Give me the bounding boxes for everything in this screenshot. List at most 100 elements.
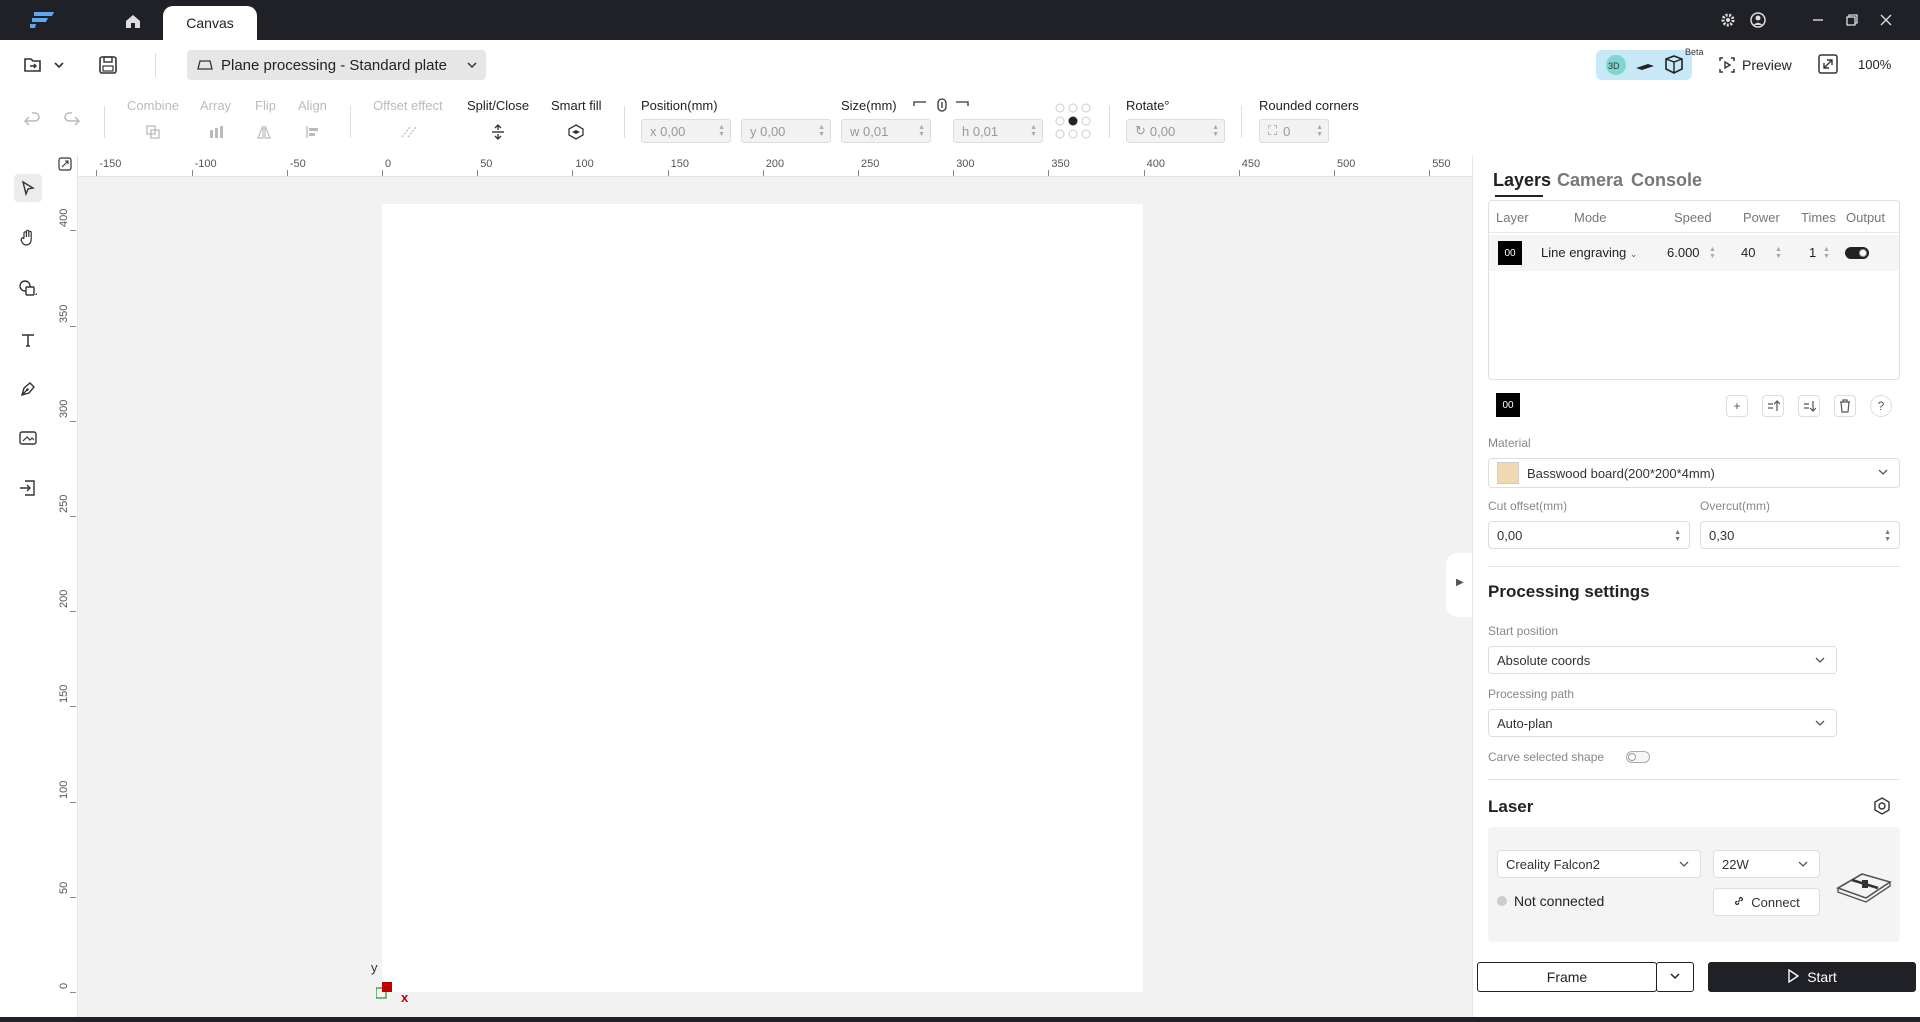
frame-options-button[interactable] [1656, 962, 1694, 992]
layer-speed-value[interactable]: 6.000 [1667, 245, 1700, 260]
offset-effect-label: Offset effect [373, 98, 443, 113]
spinner-icon[interactable]: ▲ ▼ [818, 124, 825, 138]
hand-tool-icon[interactable] [14, 224, 42, 252]
split-close-icon[interactable] [488, 122, 508, 142]
spinner-icon[interactable]: ▲ ▼ [718, 124, 725, 138]
text-tool-icon[interactable] [14, 326, 42, 354]
undo-icon[interactable] [22, 110, 42, 130]
array-icon[interactable] [206, 122, 226, 142]
lock-ratio-icon[interactable] [912, 98, 972, 112]
start-position-select[interactable]: Absolute coords [1488, 646, 1837, 674]
spinner-icon[interactable]: ▲ ▼ [1212, 124, 1219, 138]
spinner-icon[interactable]: ▲ ▼ [1884, 529, 1891, 543]
rotate-input[interactable]: ↻ 0,00 ▲ ▼ [1126, 119, 1225, 143]
save-icon[interactable] [97, 54, 119, 76]
import-tool-icon[interactable] [14, 474, 42, 502]
ruler-tick-label: 50 [58, 881, 70, 894]
redo-icon[interactable] [62, 110, 82, 130]
spinner-icon[interactable]: ▲ ▼ [1674, 529, 1681, 543]
move-layer-up-icon[interactable] [1762, 395, 1784, 417]
flip-icon[interactable] [254, 122, 274, 142]
position-y-input[interactable]: y 0,00 ▲ ▼ [741, 119, 831, 143]
divider [104, 106, 105, 138]
open-file-icon[interactable] [22, 54, 44, 76]
minimize-icon[interactable] [1808, 10, 1828, 30]
layer-power-value[interactable]: 40 [1741, 245, 1755, 260]
plane-select[interactable]: Plane processing - Standard plate [187, 50, 486, 80]
chevron-down-icon[interactable] [52, 58, 66, 72]
size-h-input[interactable]: h 0,01 ▲ ▼ [953, 119, 1043, 143]
spinner-icon[interactable]: ▲ ▼ [1709, 246, 1716, 260]
origin-marker [375, 982, 394, 1000]
zoom-level[interactable]: 100% [1858, 57, 1891, 72]
laser-power-value: 22W [1722, 856, 1749, 872]
start-button[interactable]: Start [1708, 962, 1916, 992]
restore-icon[interactable] [1842, 10, 1862, 30]
ruler-tick-label: 300 [956, 158, 975, 170]
ruler-tick-label: 300 [58, 399, 70, 418]
layer-color-chip[interactable]: 00 [1496, 393, 1520, 417]
array-label: Array [200, 98, 232, 113]
chevron-down-icon [1678, 858, 1690, 873]
gear-icon[interactable] [1718, 10, 1738, 30]
work-plate[interactable] [382, 204, 1143, 992]
fit-screen-icon[interactable] [1817, 53, 1839, 75]
tab-layers[interactable]: Layers [1493, 170, 1551, 191]
connect-button[interactable]: Connect [1713, 888, 1820, 916]
machine-select[interactable]: Creality Falcon2 [1497, 850, 1701, 878]
spinner-icon[interactable]: ▲ ▼ [1316, 124, 1323, 138]
help-icon[interactable]: ? [1870, 395, 1892, 417]
layer-times-value[interactable]: 1 [1809, 245, 1816, 260]
tab-camera[interactable]: Camera [1557, 170, 1623, 191]
laser-power-select[interactable]: 22W [1713, 850, 1820, 878]
spinner-icon[interactable]: ▲ ▼ [1775, 246, 1782, 260]
position-x-input[interactable]: x 0,00 ▲ ▼ [641, 119, 731, 143]
delete-layer-icon[interactable] [1834, 395, 1856, 417]
cut-offset-input[interactable]: 0,00 ▲ ▼ [1488, 521, 1690, 549]
tab-console[interactable]: Console [1631, 170, 1702, 191]
overcut-input[interactable]: 0,30 ▲ ▼ [1700, 521, 1900, 549]
shape-tool-icon[interactable] [14, 274, 42, 302]
material-value: Basswood board(200*200*4mm) [1527, 465, 1715, 481]
close-icon[interactable] [1876, 10, 1896, 30]
link-icon [1733, 895, 1745, 910]
laser-settings-icon[interactable] [1872, 796, 1892, 816]
spinner-icon[interactable]: ▲ ▼ [1823, 246, 1830, 260]
home-icon[interactable] [112, 8, 154, 34]
ruler-tick [1048, 170, 1050, 176]
size-w-input[interactable]: w 0,01 ▲ ▼ [841, 119, 931, 143]
carve-selected-shape-toggle[interactable] [1626, 751, 1650, 763]
spinner-icon[interactable]: ▲ ▼ [1030, 124, 1037, 138]
offset-effect-icon[interactable] [400, 122, 420, 142]
layer-color-chip[interactable]: 00 [1498, 241, 1522, 265]
layer-output-toggle[interactable] [1845, 247, 1869, 259]
align-icon[interactable] [303, 122, 323, 142]
material-select[interactable]: Basswood board(200*200*4mm) [1488, 458, 1900, 488]
layer-mode-value[interactable]: Line engraving ⌄ [1541, 245, 1637, 260]
smart-fill-icon[interactable] [566, 122, 586, 142]
pen-tool-icon[interactable] [14, 375, 42, 403]
spinner-icon[interactable]: ▲ ▼ [918, 124, 925, 138]
device-mode-badges[interactable]: 3D [1596, 50, 1692, 80]
preview-button[interactable]: Preview [1718, 52, 1792, 78]
chevron-down-icon [1877, 466, 1889, 481]
ruler-corner-icon[interactable] [58, 157, 72, 171]
divider [1241, 106, 1242, 138]
ruler-tick-label: -50 [289, 158, 306, 170]
rounded-corners-input[interactable]: ⛶ 0 ▲ ▼ [1259, 119, 1329, 143]
frame-button[interactable]: Frame [1477, 962, 1657, 992]
collapse-panel-handle[interactable]: ▶ [1446, 553, 1472, 617]
ruler-tick [1429, 170, 1431, 176]
combine-icon[interactable] [143, 122, 163, 142]
tab-canvas[interactable]: Canvas [163, 6, 257, 40]
add-layer-icon[interactable]: + [1726, 395, 1748, 417]
anchor-point-grid[interactable] [1054, 102, 1092, 140]
processing-path-select[interactable]: Auto-plan [1488, 709, 1837, 737]
account-icon[interactable] [1748, 10, 1768, 30]
move-layer-down-icon[interactable] [1798, 395, 1820, 417]
ruler-tick-label: 250 [58, 494, 70, 513]
carve-selected-shape-label: Carve selected shape [1488, 750, 1605, 764]
material-color-swatch [1497, 462, 1519, 484]
image-tool-icon[interactable] [14, 424, 42, 452]
select-tool-icon[interactable] [14, 174, 42, 202]
